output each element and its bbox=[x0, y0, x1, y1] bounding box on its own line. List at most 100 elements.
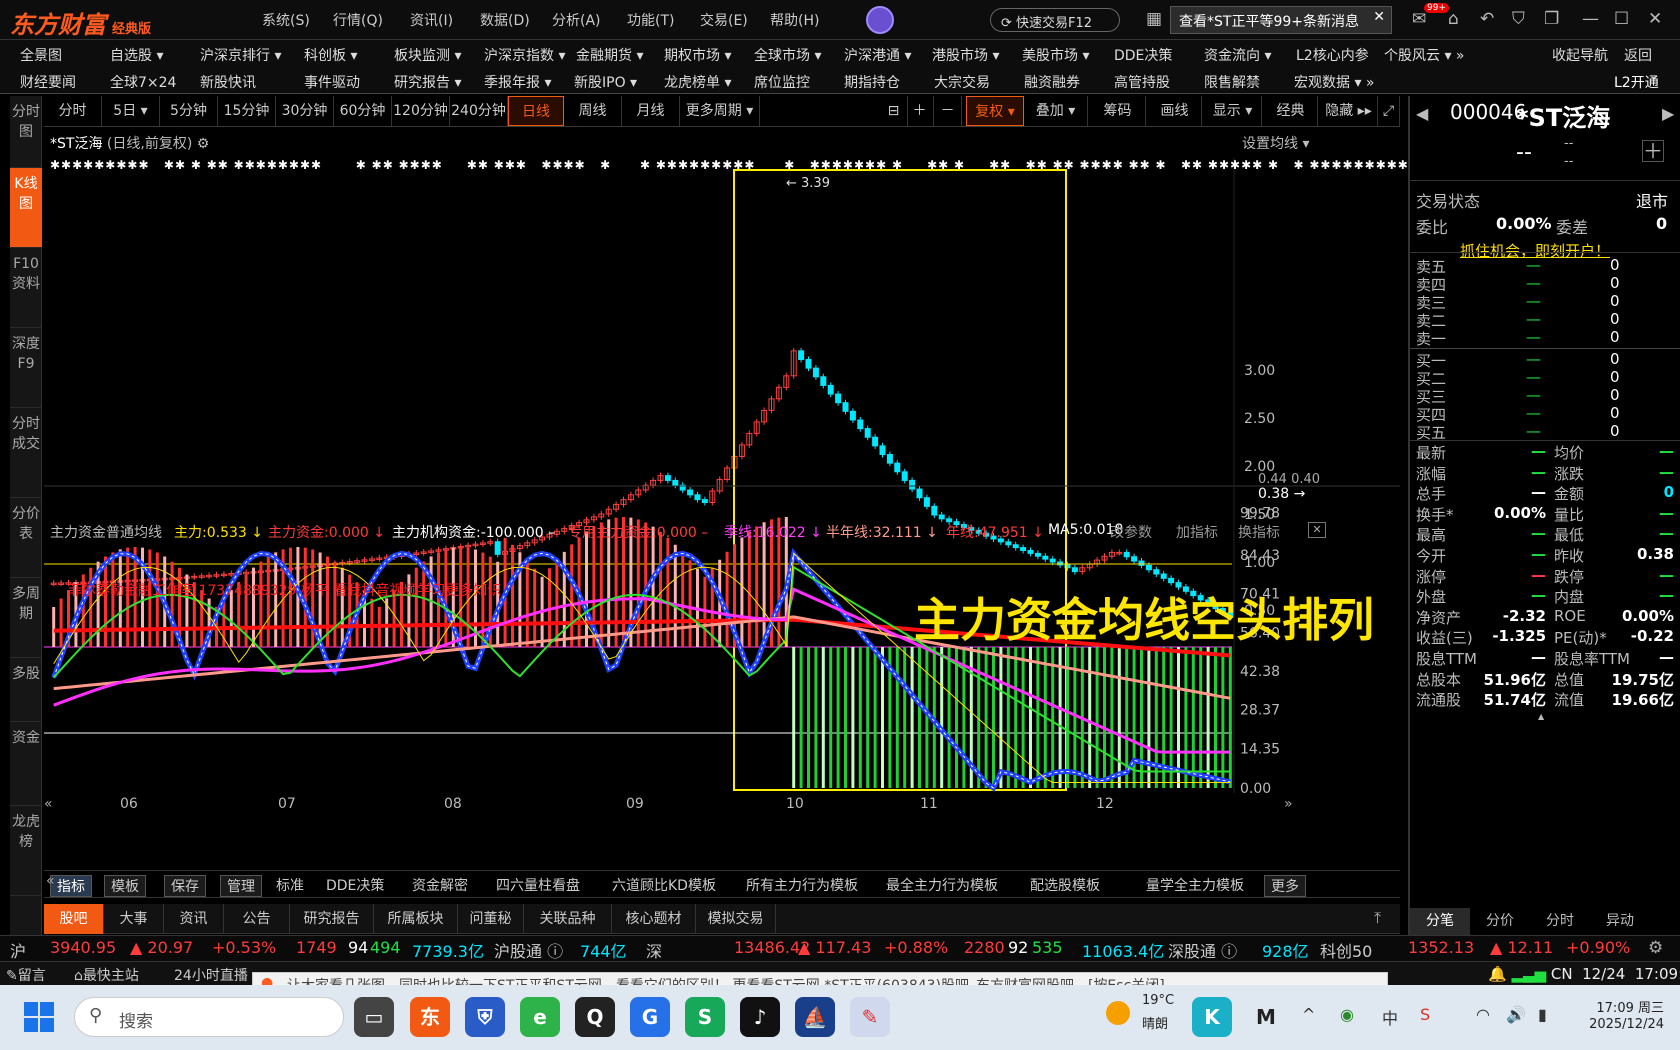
nav-item[interactable]: 沪深京指数 ▾ bbox=[484, 45, 565, 65]
close-icon[interactable]: ✕ bbox=[1373, 9, 1385, 25]
task-view-icon[interactable]: ▭ bbox=[354, 997, 394, 1037]
tray-app-icon[interactable]: ◉ bbox=[1340, 1005, 1354, 1024]
tray-chevron-icon[interactable]: ^ bbox=[1302, 1005, 1315, 1024]
period-tab[interactable]: 5分钟 bbox=[160, 96, 218, 126]
menu-item[interactable]: 系统(S) bbox=[262, 10, 310, 30]
nav-item[interactable]: 限售解禁 bbox=[1204, 72, 1260, 92]
nav-item[interactable]: 龙虎榜单 ▾ bbox=[664, 72, 731, 92]
nav-item[interactable]: 全景图 bbox=[20, 45, 62, 65]
fullscreen-icon[interactable]: ⤢ bbox=[1378, 96, 1400, 126]
template-tab[interactable]: 标准 bbox=[276, 875, 304, 895]
ma-setting-button[interactable]: 设置均线 ▾ bbox=[1242, 133, 1309, 153]
nav-item[interactable]: 季报年报 ▾ bbox=[484, 72, 551, 92]
qq-icon[interactable]: Q bbox=[575, 997, 615, 1037]
zoom-out-icon[interactable]: － bbox=[934, 96, 962, 126]
taskbar-search-input[interactable]: ⚲ 搜索 bbox=[74, 997, 344, 1037]
content-tab[interactable]: 资讯 bbox=[164, 904, 224, 934]
nav-item[interactable]: 新股快讯 bbox=[200, 72, 256, 92]
nav-item[interactable]: 金融期货 ▾ bbox=[576, 45, 643, 65]
period-tab[interactable]: 60分钟 bbox=[334, 96, 392, 126]
nav-item[interactable]: 宏观数据 ▾ » bbox=[1294, 72, 1375, 92]
template-tab[interactable]: 更多 bbox=[1264, 875, 1306, 897]
back-icon[interactable]: ↶ bbox=[1480, 9, 1494, 29]
period-tab[interactable]: 分时 bbox=[44, 96, 102, 126]
chart-tool[interactable]: 经典 bbox=[1264, 96, 1318, 126]
tray-s-icon[interactable]: S bbox=[1420, 1005, 1430, 1024]
minimize-icon[interactable]: — bbox=[1582, 9, 1599, 29]
nav-item[interactable]: 自选股 ▾ bbox=[110, 45, 163, 65]
lock-icon[interactable]: ⊟ bbox=[880, 96, 908, 126]
template-tab[interactable]: 模板 bbox=[104, 875, 146, 897]
indicator-value[interactable]: 加指标 bbox=[1176, 522, 1218, 542]
quick-trade-button[interactable]: ⟳ 快速交易F12 bbox=[990, 8, 1120, 32]
period-tab[interactable]: 月线 bbox=[622, 96, 680, 126]
prev-stock-icon[interactable]: ◀ bbox=[1416, 104, 1428, 123]
content-tab[interactable]: 所属板块 bbox=[374, 904, 458, 934]
nav-item[interactable]: 新股IPO ▾ bbox=[574, 72, 637, 92]
maximize-icon[interactable]: ☐ bbox=[1614, 9, 1629, 29]
nav-item[interactable]: 研究报告 ▾ bbox=[394, 72, 461, 92]
tick-tab[interactable]: 分价 bbox=[1470, 908, 1530, 935]
nav-item[interactable]: 沪深港通 ▾ bbox=[844, 45, 911, 65]
template-tab[interactable]: DDE决策 bbox=[326, 875, 384, 895]
browser-icon[interactable]: e bbox=[520, 997, 560, 1037]
next-stock-icon[interactable]: ▶ bbox=[1662, 104, 1674, 123]
nav-item[interactable]: 高管持股 bbox=[1114, 72, 1170, 92]
live-button[interactable]: 24小时直播 bbox=[174, 965, 248, 985]
content-tab[interactable]: 股吧 bbox=[44, 904, 104, 934]
menu-item[interactable]: 资讯(I) bbox=[410, 10, 453, 30]
indicator-value[interactable]: 换指标 bbox=[1238, 522, 1280, 542]
nav-item[interactable]: 财经要闻 bbox=[20, 72, 76, 92]
template-tab[interactable]: 指标 bbox=[50, 875, 92, 897]
side-tab[interactable]: 多周期 bbox=[10, 578, 42, 658]
wifi-icon[interactable]: ◠ bbox=[1476, 1005, 1490, 1024]
kline-chart-area[interactable]: 3.00 2.50 2.00 1.50 1.00 0.50 99.78 84.43 70.41 5… bbox=[44, 128, 1400, 848]
collapse-icon[interactable]: ▲ bbox=[1538, 712, 1544, 721]
side-tab[interactable]: K线图 bbox=[10, 168, 42, 248]
grid-icon[interactable]: ▦ bbox=[1146, 9, 1162, 29]
nav-item[interactable]: 科创板 ▾ bbox=[304, 45, 357, 65]
content-tab[interactable]: 关联品种 bbox=[524, 904, 612, 934]
chart-tool[interactable]: 叠加 ▾ bbox=[1024, 96, 1088, 126]
menu-item[interactable]: 分析(A) bbox=[552, 10, 601, 30]
menu-item[interactable]: 功能(T) bbox=[627, 10, 674, 30]
side-tab[interactable]: 分价表 bbox=[10, 498, 42, 578]
nav-item[interactable]: 港股市场 ▾ bbox=[932, 45, 999, 65]
nav-item[interactable]: 融资融券 bbox=[1024, 72, 1080, 92]
template-tab[interactable]: 六道顾比KD模板 bbox=[612, 875, 716, 895]
side-tab[interactable]: 多股 bbox=[10, 658, 42, 722]
template-tab[interactable]: 四六量柱看盘 bbox=[496, 875, 580, 895]
security-shield-icon[interactable]: ⛨ bbox=[465, 997, 505, 1037]
template-tab[interactable]: 管理 bbox=[220, 875, 262, 897]
volume-icon[interactable]: 🔊 bbox=[1506, 1005, 1526, 1024]
template-tab[interactable]: 量学全主力模板 bbox=[1146, 875, 1244, 895]
content-tab[interactable]: 核心题材 bbox=[612, 904, 696, 934]
nav-item[interactable]: 全球7×24 bbox=[110, 72, 176, 92]
nav-item[interactable]: 大宗交易 bbox=[934, 72, 990, 92]
side-tab[interactable]: 分时成交 bbox=[10, 408, 42, 498]
tick-tab[interactable]: 分时 bbox=[1530, 908, 1590, 935]
battery-icon[interactable]: ▮ bbox=[1538, 1005, 1547, 1024]
nav-item[interactable]: 板块监测 ▾ bbox=[394, 45, 461, 65]
windows-start-icon[interactable] bbox=[24, 1002, 54, 1032]
scroll-left-icon[interactable]: « bbox=[46, 873, 55, 889]
nav-item[interactable]: 全球市场 ▾ bbox=[754, 45, 821, 65]
nav-item[interactable]: 沪深京排行 ▾ bbox=[200, 45, 281, 65]
side-tab[interactable]: 资金 bbox=[10, 722, 42, 806]
template-tab[interactable]: 保存 bbox=[164, 875, 206, 897]
close-indicator-icon[interactable]: ✕ bbox=[1308, 522, 1326, 538]
template-tab[interactable]: 最全主力行为模板 bbox=[886, 875, 998, 895]
news-ticker[interactable]: 查看*ST正平等99+条新消息 ✕ bbox=[1170, 6, 1392, 34]
period-tab[interactable]: 周线 bbox=[564, 96, 622, 126]
nav-item[interactable]: L2开通 bbox=[1614, 72, 1659, 92]
nav-item[interactable]: 收起导航 bbox=[1552, 45, 1608, 65]
nav-item[interactable]: 美股市场 ▾ bbox=[1022, 45, 1089, 65]
mail-icon[interactable]: ✉ 99+ bbox=[1412, 3, 1449, 29]
nav-item[interactable]: 席位监控 bbox=[754, 72, 810, 92]
assistant-robot-icon[interactable] bbox=[866, 6, 894, 34]
period-tab[interactable]: 120分钟 bbox=[392, 96, 450, 126]
content-tab[interactable]: 公告 bbox=[224, 904, 290, 934]
period-tab[interactable]: 30分钟 bbox=[276, 96, 334, 126]
period-tab[interactable]: 日线 bbox=[508, 96, 564, 126]
gmi-app-icon[interactable]: G bbox=[630, 997, 670, 1037]
